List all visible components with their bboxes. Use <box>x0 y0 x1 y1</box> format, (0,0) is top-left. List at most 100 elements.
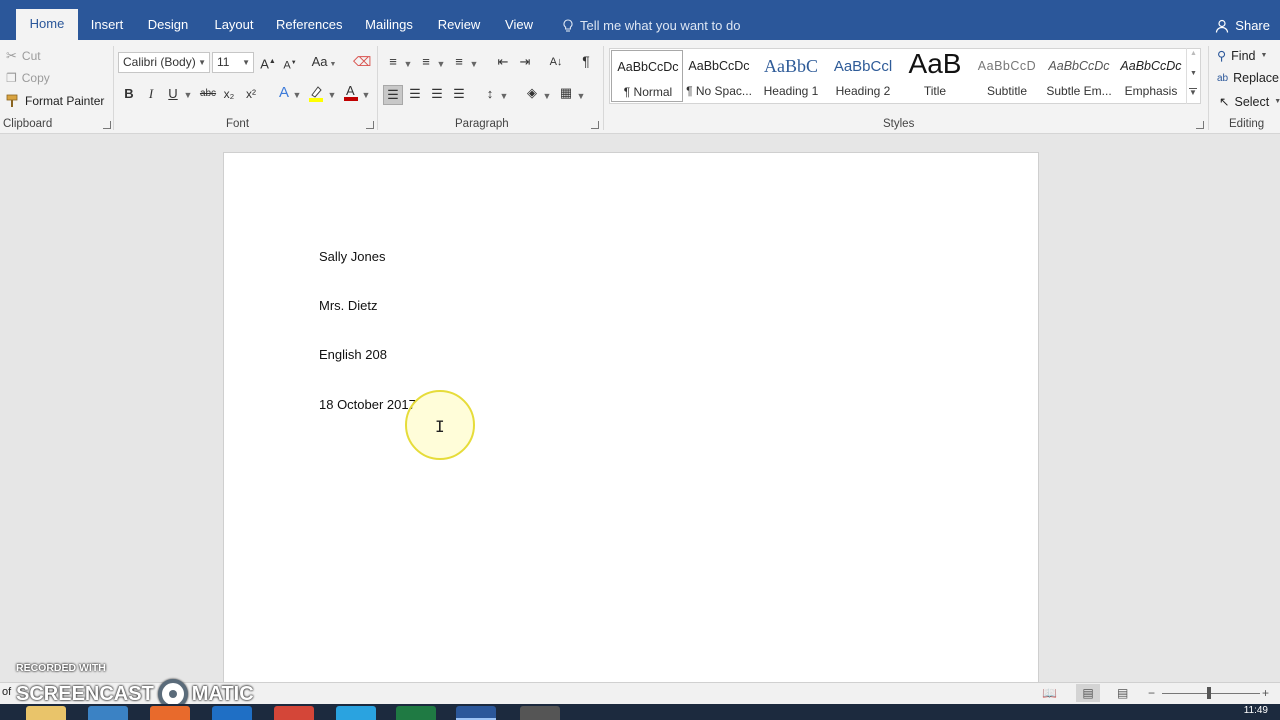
replace-icon: ab <box>1217 72 1229 84</box>
share-button[interactable]: Share <box>1215 18 1270 33</box>
copy-label: Copy <box>21 71 50 85</box>
underline-button[interactable]: U <box>165 86 181 102</box>
document-line[interactable]: Sally Jones <box>319 249 385 264</box>
copy-button[interactable]: ❐ Copy <box>6 71 50 85</box>
sort-icon[interactable]: A↓ <box>547 54 565 70</box>
more-styles-icon[interactable]: ▼ <box>1189 88 1197 97</box>
tab-home[interactable]: Home <box>16 9 78 40</box>
print-layout-icon[interactable]: ▤ <box>1076 684 1100 702</box>
document-line[interactable]: Mrs. Dietz <box>319 298 378 313</box>
zoom-out-icon[interactable]: − <box>1148 686 1155 700</box>
skype-icon[interactable] <box>336 706 376 720</box>
strikethrough-button[interactable]: abc <box>198 86 218 102</box>
document-line[interactable]: English 208 <box>319 347 387 362</box>
document-page[interactable]: Sally Jones Mrs. Dietz English 208 18 Oc… <box>223 152 1039 712</box>
zoom-slider-thumb[interactable] <box>1207 687 1211 699</box>
style-heading-2[interactable]: AaBbCcl Heading 2 <box>827 50 899 102</box>
justify-icon[interactable]: ☰ <box>450 86 468 102</box>
italic-button[interactable]: I <box>143 86 159 102</box>
grow-font-icon[interactable]: A▲ <box>260 54 276 72</box>
style-subtle-emphasis[interactable]: AaBbCcDc Subtle Em... <box>1043 50 1115 102</box>
chevron-down-icon[interactable]: ▼ <box>403 56 413 72</box>
shading-icon[interactable]: ◈ <box>523 85 541 101</box>
superscript-button[interactable]: x² <box>243 86 259 102</box>
increase-indent-icon[interactable]: ⇥ <box>516 54 534 70</box>
zoom-slider-track[interactable] <box>1162 693 1260 694</box>
read-mode-icon[interactable]: 📖 <box>1042 686 1057 700</box>
select-button[interactable]: ↖ Select ▼ <box>1219 94 1280 110</box>
text-effects-icon[interactable]: A <box>275 85 293 101</box>
chevron-up-icon[interactable]: ▲ <box>1190 50 1197 57</box>
styles-launcher-icon[interactable] <box>1196 121 1204 129</box>
style-normal[interactable]: AaBbCcDc ¶ Normal <box>611 50 683 102</box>
font-color-button[interactable]: A <box>341 83 361 105</box>
ribbon-tab-bar: Home Insert Design Layout References Mai… <box>0 0 1280 40</box>
chevron-down-icon: ▼ <box>1260 52 1268 59</box>
chevron-down-icon[interactable]: ▼ <box>436 56 446 72</box>
chevron-down-icon[interactable]: ▼ <box>183 87 193 103</box>
format-painter-button[interactable]: Format Painter <box>6 94 104 108</box>
align-left-icon[interactable]: ☰ <box>383 85 403 105</box>
show-marks-button[interactable]: ¶ <box>578 53 594 69</box>
change-case-button[interactable]: Aa ▼ <box>310 54 338 73</box>
align-center-icon[interactable]: ☰ <box>406 86 424 102</box>
tell-me-box[interactable]: Tell me what you want to do <box>562 18 740 33</box>
select-label: Select <box>1234 94 1270 109</box>
chevron-down-icon[interactable]: ▼ <box>542 88 552 104</box>
tab-references[interactable]: References <box>276 10 342 40</box>
chevron-down-icon[interactable]: ▼ <box>292 87 302 103</box>
numbering-icon[interactable]: ≡ <box>418 54 434 70</box>
chevron-down-icon[interactable]: ▼ <box>361 87 371 103</box>
tab-design[interactable]: Design <box>144 10 192 40</box>
word-icon[interactable] <box>456 706 496 720</box>
excel-icon[interactable] <box>396 706 436 720</box>
font-launcher-icon[interactable] <box>366 121 374 129</box>
style-name: Subtle Em... <box>1046 84 1112 98</box>
chrome-icon[interactable] <box>274 706 314 720</box>
internet-explorer-icon[interactable] <box>88 706 128 720</box>
clear-formatting-icon[interactable]: ⌫ <box>353 54 371 70</box>
style-title[interactable]: AaB Title <box>899 50 971 102</box>
chevron-down-icon[interactable]: ▼ <box>1190 70 1197 77</box>
highlight-color-button[interactable] <box>306 84 326 106</box>
chevron-down-icon[interactable]: ▼ <box>576 88 586 104</box>
bold-button[interactable]: B <box>121 86 137 102</box>
tab-review[interactable]: Review <box>434 10 484 40</box>
group-divider <box>377 46 378 130</box>
paragraph-launcher-icon[interactable] <box>591 121 599 129</box>
snipping-tool-icon[interactable] <box>520 706 560 720</box>
chevron-down-icon[interactable]: ▼ <box>327 87 337 103</box>
file-explorer-icon[interactable] <box>26 706 66 720</box>
tab-view[interactable]: View <box>500 10 538 40</box>
tab-insert[interactable]: Insert <box>86 10 128 40</box>
find-label: Find <box>1231 48 1256 63</box>
style-no-spacing[interactable]: AaBbCcDc ¶ No Spac... <box>683 50 755 102</box>
web-layout-icon[interactable]: ▤ <box>1117 686 1128 700</box>
font-size-dropdown[interactable]: 11 ▼ <box>212 52 254 73</box>
cut-button[interactable]: ✂ Cut <box>6 48 41 64</box>
replace-button[interactable]: ab Replace <box>1217 71 1279 85</box>
find-button[interactable]: ⚲ Find ▼ <box>1217 48 1268 64</box>
borders-icon[interactable]: ▦ <box>557 85 575 101</box>
line-spacing-icon[interactable]: ↕ <box>481 86 499 102</box>
style-emphasis[interactable]: AaBbCcDc Emphasis <box>1115 50 1187 102</box>
chevron-down-icon[interactable]: ▼ <box>499 88 509 104</box>
shrink-font-icon[interactable]: A▼ <box>283 55 297 74</box>
style-subtitle[interactable]: AaBbCcD Subtitle <box>971 50 1043 102</box>
style-heading-1[interactable]: AaBbC Heading 1 <box>755 50 827 102</box>
subscript-button[interactable]: x₂ <box>221 86 237 102</box>
zoom-in-icon[interactable]: + <box>1262 686 1269 700</box>
decrease-indent-icon[interactable]: ⇤ <box>494 54 512 70</box>
tab-layout[interactable]: Layout <box>208 10 260 40</box>
firefox-icon[interactable] <box>150 706 190 720</box>
multilevel-list-icon[interactable]: ≡ <box>451 54 467 70</box>
style-name: Heading 1 <box>763 84 819 98</box>
font-family-dropdown[interactable]: Calibri (Body) ▼ <box>118 52 210 73</box>
bullets-icon[interactable]: ≡ <box>385 54 401 70</box>
align-right-icon[interactable]: ☰ <box>428 86 446 102</box>
tab-mailings[interactable]: Mailings <box>360 10 418 40</box>
outlook-icon[interactable] <box>212 706 252 720</box>
document-line[interactable]: 18 October 2017 <box>319 397 416 412</box>
chevron-down-icon[interactable]: ▼ <box>469 56 479 72</box>
clipboard-launcher-icon[interactable] <box>103 121 111 129</box>
